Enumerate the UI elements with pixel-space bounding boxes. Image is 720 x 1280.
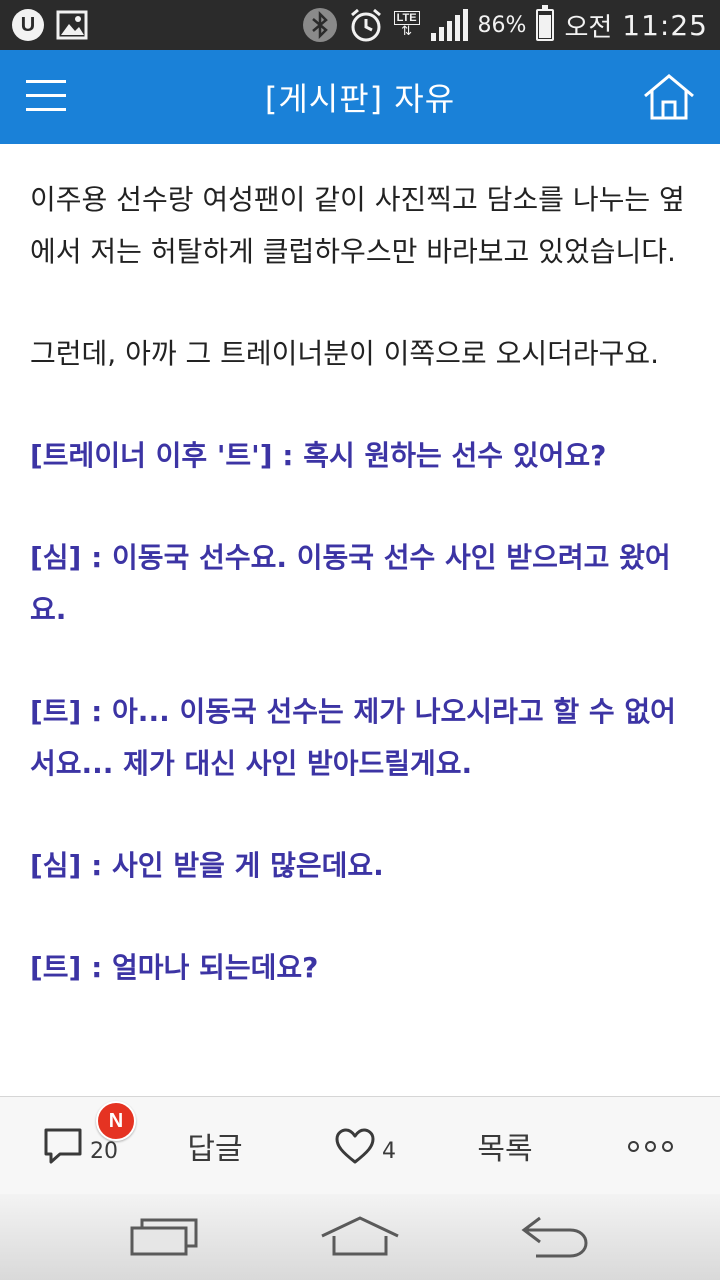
new-comment-badge: N bbox=[96, 1101, 136, 1141]
system-nav-bar bbox=[0, 1194, 720, 1280]
article-body: 이주용 선수랑 여성팬이 같이 사진찍고 담소를 나누는 옆에서 저는 허탈하게… bbox=[0, 144, 720, 1096]
dialog-line: [트] : 아... 이동국 선수는 제가 나오시라고 할 수 없어서요... … bbox=[30, 695, 676, 780]
hamburger-line bbox=[26, 108, 66, 111]
reply-label: 답글 bbox=[187, 1132, 243, 1167]
action-bar: 20 N 답글 4 목록 bbox=[0, 1096, 720, 1194]
more-button[interactable] bbox=[600, 1097, 700, 1195]
dialog-line: [심] : 이동국 선수요. 이동국 선수 사인 받으려고 왔어요. bbox=[30, 541, 671, 626]
like-count: 4 bbox=[382, 1138, 396, 1164]
dialog-line: [심] : 사인 받을 게 많은데요. bbox=[30, 849, 384, 882]
heart-icon bbox=[335, 1128, 375, 1164]
article-paragraph: 그런데, 아까 그 트레이너분이 이쪽으로 오시더라구요. bbox=[30, 337, 660, 370]
bluetooth-icon bbox=[302, 8, 337, 42]
recent-apps-icon[interactable] bbox=[128, 1212, 200, 1262]
lte-indicator: LTE ⇅ bbox=[393, 11, 420, 39]
home-icon[interactable] bbox=[642, 72, 696, 122]
like-button[interactable]: 4 bbox=[310, 1097, 420, 1195]
hamburger-line bbox=[26, 94, 66, 97]
home-nav-icon[interactable] bbox=[318, 1212, 402, 1262]
article-paragraph: 이주용 선수랑 여성팬이 같이 사진찍고 담소를 나누는 옆에서 저는 허탈하게… bbox=[30, 183, 685, 268]
reply-button[interactable]: 답글 bbox=[160, 1097, 270, 1195]
comment-count: 20 bbox=[90, 1138, 118, 1164]
board-title: [게시판] 자유 bbox=[264, 80, 456, 118]
clock-time: 11:25 bbox=[622, 8, 708, 42]
dialog-line: [트] : 얼마나 되는데요? bbox=[30, 951, 319, 984]
more-icon bbox=[627, 1140, 673, 1152]
list-label: 목록 bbox=[477, 1132, 533, 1167]
comment-icon bbox=[44, 1128, 82, 1164]
list-button[interactable]: 목록 bbox=[450, 1097, 560, 1195]
battery-percent: 86% bbox=[477, 12, 527, 38]
gallery-icon bbox=[56, 10, 88, 40]
dialog-line: [트레이너 이후 '트'] : 혹시 원하는 선수 있어요? bbox=[30, 439, 607, 472]
clock-ampm: 오전 bbox=[564, 12, 613, 43]
alarm-icon bbox=[350, 8, 381, 42]
status-bar: U LTE ⇅ 86% 오전 11:25 bbox=[0, 0, 720, 50]
signal-icon bbox=[430, 9, 468, 41]
menu-button[interactable] bbox=[26, 80, 66, 112]
hamburger-icon bbox=[26, 80, 66, 83]
battery-icon bbox=[536, 5, 555, 41]
app-header: [게시판] 자유 bbox=[0, 50, 720, 144]
carrier-app-icon: U bbox=[12, 9, 44, 41]
back-icon[interactable] bbox=[518, 1212, 592, 1262]
